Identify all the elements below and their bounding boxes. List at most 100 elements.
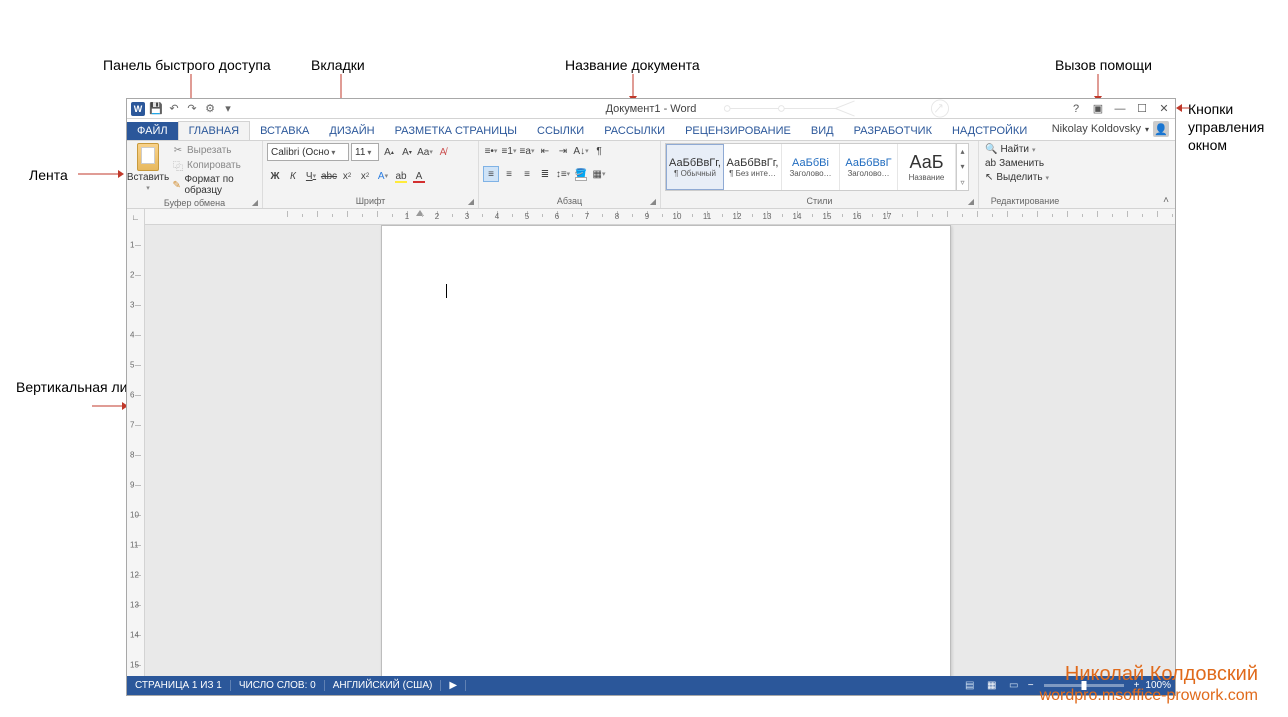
status-language[interactable]: АНГЛИЙСКИЙ (США): [325, 680, 442, 691]
shading-button[interactable]: 🪣: [573, 166, 589, 182]
increase-indent-button[interactable]: ⇥: [555, 143, 571, 159]
tab-review[interactable]: РЕЦЕНЗИРОВАНИЕ: [675, 122, 801, 140]
zoom-out-button[interactable]: −: [1028, 680, 1034, 691]
style-heading2[interactable]: АаБбВвГЗаголово…: [840, 144, 898, 190]
subscript-button[interactable]: x2: [339, 168, 355, 184]
tab-design[interactable]: ДИЗАЙН: [319, 122, 384, 140]
view-read-button[interactable]: ▤: [962, 679, 978, 693]
user-account[interactable]: Nikolay Koldovsky▾ 👤: [1052, 121, 1169, 137]
align-center-button[interactable]: ≡: [501, 166, 517, 182]
style-heading1[interactable]: АаБбВіЗаголово…: [782, 144, 840, 190]
minimize-button[interactable]: —: [1113, 102, 1127, 116]
undo-button[interactable]: ↶: [167, 102, 181, 116]
style-sample: АаБбВвГг,: [727, 157, 779, 169]
paste-button[interactable]: Вставить ▾: [131, 143, 165, 192]
gallery-down-button[interactable]: ▾: [957, 159, 968, 174]
italic-button[interactable]: К: [285, 168, 301, 184]
style-normal[interactable]: АаБбВвГг,¶ Обычный: [666, 144, 724, 190]
horizontal-ruler[interactable]: ∟ 1234567891011121314151617: [127, 209, 1175, 225]
style-no-spacing[interactable]: АаБбВвГг,¶ Без инте…: [724, 144, 782, 190]
tab-view[interactable]: ВИД: [801, 122, 844, 140]
collapse-ribbon-button[interactable]: ˄: [1163, 195, 1169, 206]
bold-button[interactable]: Ж: [267, 168, 283, 184]
document-page[interactable]: [381, 225, 951, 676]
gallery-more-button[interactable]: ▿: [957, 175, 968, 190]
show-marks-button[interactable]: ¶: [591, 143, 607, 159]
align-right-button[interactable]: ≡: [519, 166, 535, 182]
format-painter-button[interactable]: Формат по образцу: [169, 173, 258, 197]
page-area[interactable]: [145, 225, 1175, 676]
highlight-button[interactable]: ab: [393, 168, 409, 184]
sort-button[interactable]: A↓: [573, 143, 589, 159]
view-web-button[interactable]: ▭: [1006, 679, 1022, 693]
status-macro[interactable]: ▶: [441, 680, 466, 691]
underline-button[interactable]: Ч: [303, 168, 319, 184]
help-button[interactable]: ?: [1069, 102, 1083, 116]
zoom-in-button[interactable]: +: [1134, 680, 1140, 691]
zoom-slider[interactable]: [1044, 684, 1124, 687]
maximize-button[interactable]: ☐: [1135, 102, 1149, 116]
line-spacing-button[interactable]: ↕≡: [555, 166, 571, 182]
group-clipboard: Вставить ▾ Вырезать Копировать Формат по…: [127, 141, 263, 208]
brush-icon: [172, 179, 181, 191]
font-size-combo[interactable]: 11▾: [351, 143, 379, 161]
decrease-indent-button[interactable]: ⇤: [537, 143, 553, 159]
numbering-button[interactable]: ≡1: [501, 143, 517, 159]
find-button[interactable]: 🔍Найти▾: [983, 143, 1051, 156]
word-window: W 💾 ↶ ↷ ⚙ ▾ Документ1 - Word ? ▣ — ☐ ✕ Ф…: [126, 98, 1176, 696]
tab-insert[interactable]: ВСТАВКА: [250, 122, 319, 140]
shrink-font-button[interactable]: A▾: [399, 144, 415, 160]
redo-button[interactable]: ↷: [185, 102, 199, 116]
strike-button[interactable]: abc: [321, 168, 337, 184]
styles-dialog-launcher[interactable]: ◢: [968, 197, 974, 206]
text-effects-button[interactable]: A: [375, 168, 391, 184]
save-button[interactable]: 💾: [149, 102, 163, 116]
quick-access-toolbar: W 💾 ↶ ↷ ⚙ ▾: [127, 102, 235, 116]
zoom-value[interactable]: 100%: [1145, 680, 1171, 691]
view-print-button[interactable]: ▦: [984, 679, 1000, 693]
tab-layout[interactable]: РАЗМЕТКА СТРАНИЦЫ: [385, 122, 527, 140]
tab-selector[interactable]: ∟: [127, 209, 145, 225]
tab-references[interactable]: ССЫЛКИ: [527, 122, 594, 140]
font-name-value: Calibri (Осно: [271, 147, 329, 158]
borders-button[interactable]: ▦: [591, 166, 607, 182]
style-title[interactable]: АаБНазвание: [898, 144, 956, 190]
qat-customize-button[interactable]: ▾: [221, 102, 235, 116]
qat-extra-button[interactable]: ⚙: [203, 102, 217, 116]
copy-button[interactable]: Копировать: [169, 158, 258, 172]
change-case-button[interactable]: Aa: [417, 144, 433, 160]
grow-font-button[interactable]: A▴: [381, 144, 397, 160]
tab-mailings[interactable]: РАССЫЛКИ: [594, 122, 675, 140]
multilevel-button[interactable]: ≡a: [519, 143, 535, 159]
align-left-button[interactable]: ≡: [483, 166, 499, 182]
cut-button[interactable]: Вырезать: [169, 143, 258, 157]
ribbon-options-button[interactable]: ▣: [1091, 102, 1105, 116]
replace-button[interactable]: abЗаменить: [983, 157, 1051, 170]
replace-label: Заменить: [999, 158, 1044, 169]
bullets-button[interactable]: ≡•: [483, 143, 499, 159]
font-name-combo[interactable]: Calibri (Осно▾: [267, 143, 349, 161]
tab-home[interactable]: ГЛАВНАЯ: [178, 121, 250, 140]
font-color-button[interactable]: A: [411, 168, 427, 184]
tab-developer[interactable]: РАЗРАБОТЧИК: [844, 122, 942, 140]
zoom-thumb[interactable]: [1081, 681, 1086, 690]
tab-file[interactable]: ФАЙЛ: [127, 122, 178, 140]
paragraph-dialog-launcher[interactable]: ◢: [650, 197, 656, 206]
clear-formatting-button[interactable]: A̸: [435, 144, 451, 160]
vertical-ruler[interactable]: 123456789101112131415: [127, 225, 145, 676]
clipboard-dialog-launcher[interactable]: ◢: [252, 198, 258, 207]
select-button[interactable]: ↖Выделить▾: [983, 171, 1051, 184]
chevron-down-icon[interactable]: ▾: [367, 148, 371, 157]
title-bar: W 💾 ↶ ↷ ⚙ ▾ Документ1 - Word ? ▣ — ☐ ✕: [127, 99, 1175, 119]
style-sample: АаБбВвГ: [845, 157, 891, 169]
cut-label: Вырезать: [187, 145, 231, 156]
chevron-down-icon[interactable]: ▾: [331, 148, 335, 157]
superscript-button[interactable]: x2: [357, 168, 373, 184]
tab-addins[interactable]: НАДСТРОЙКИ: [942, 122, 1037, 140]
close-button[interactable]: ✕: [1157, 102, 1171, 116]
gallery-up-button[interactable]: ▴: [957, 144, 968, 159]
status-page[interactable]: СТРАНИЦА 1 ИЗ 1: [127, 680, 231, 691]
status-words[interactable]: ЧИСЛО СЛОВ: 0: [231, 680, 325, 691]
justify-button[interactable]: ≣: [537, 166, 553, 182]
font-dialog-launcher[interactable]: ◢: [468, 197, 474, 206]
